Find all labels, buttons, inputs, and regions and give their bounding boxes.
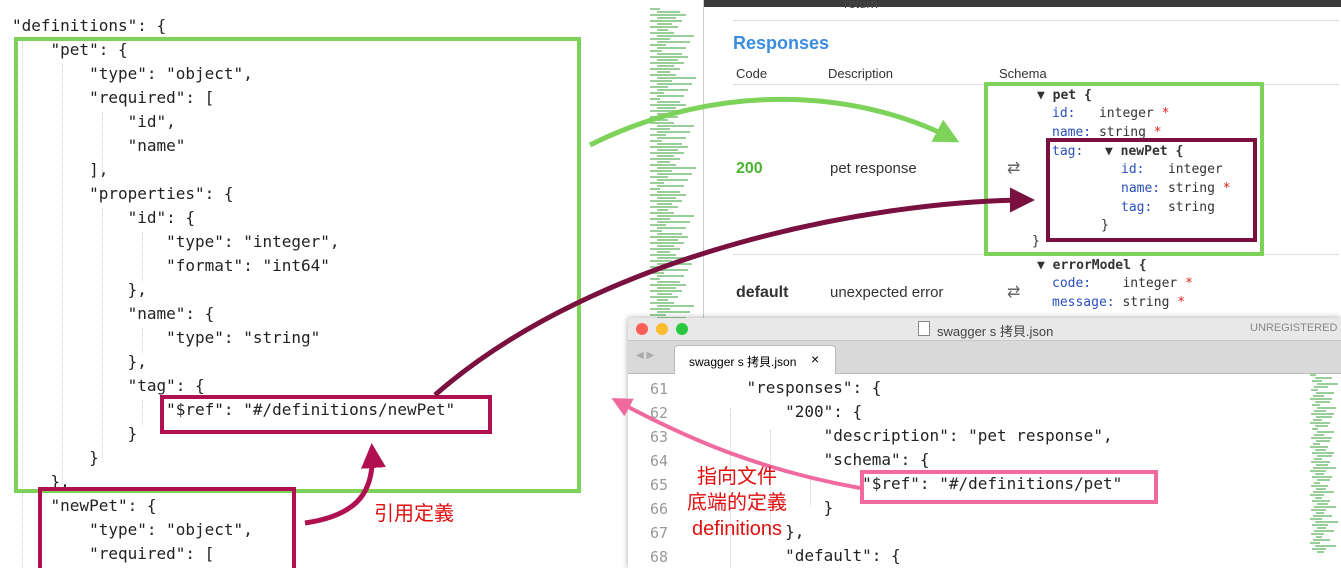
annotation-line-2: 底端的定義 [687,492,787,514]
ref-newpet-box [160,395,492,434]
annotation-ref-definition: 引用定義 [374,503,454,525]
pet-model-box [984,82,1264,256]
pet-definition-box [14,37,581,493]
crimson-arrow [304,443,386,526]
newpet-model-box [1046,138,1257,242]
green-arrow [588,96,960,148]
annotation-line-3: definitions [691,518,783,540]
newpet-definition-box [38,487,296,568]
ref-pet-box [860,470,1158,504]
maroon-arrow [433,187,1035,397]
annotation-line-1: 指向文件 [697,466,777,488]
annotation-overlay [14,37,1264,568]
